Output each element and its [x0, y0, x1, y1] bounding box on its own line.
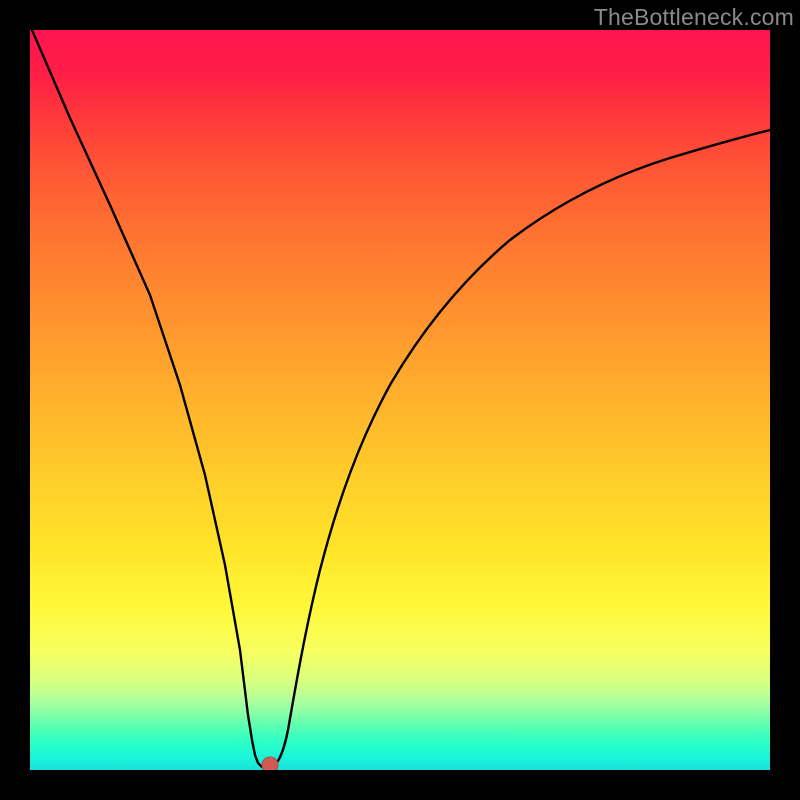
- chart-frame: TheBottleneck.com: [0, 0, 800, 800]
- bottleneck-curve-right: [270, 130, 770, 767]
- plot-area: [30, 30, 770, 770]
- watermark-text: TheBottleneck.com: [594, 4, 794, 31]
- bottleneck-curve-left: [32, 30, 270, 767]
- minimum-dot: [262, 757, 278, 770]
- curve-svg: [30, 30, 770, 770]
